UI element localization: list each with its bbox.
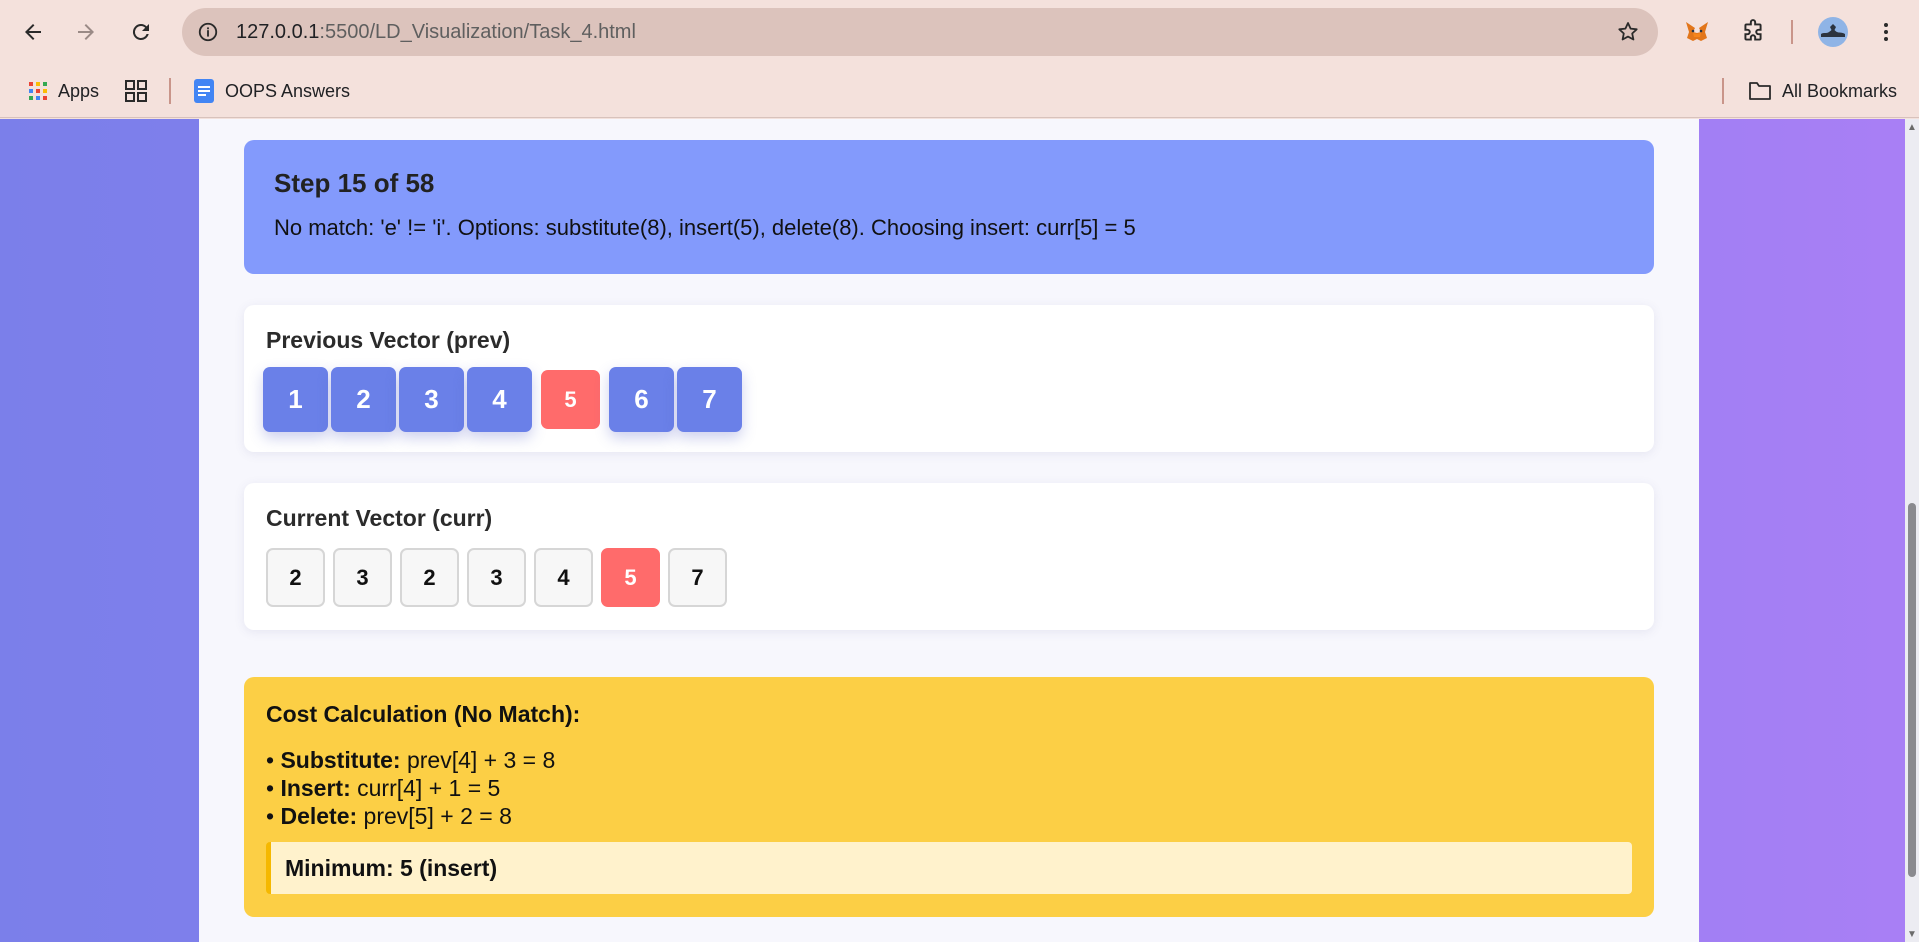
previous-vector-cells: 1 2 3 4 5 6 7 bbox=[263, 367, 1632, 432]
page-scrollbar[interactable]: ▲ ▼ bbox=[1905, 119, 1919, 942]
page-viewport: Step 15 of 58 No match: 'e' != 'i'. Opti… bbox=[0, 119, 1919, 942]
browser-menu-icon[interactable] bbox=[1868, 14, 1904, 50]
prev-cell: 3 bbox=[399, 367, 464, 432]
cost-options-list: • Substitute: prev[4] + 3 = 8 • Insert: … bbox=[266, 746, 1632, 830]
cost-option-label: Insert: bbox=[280, 775, 351, 801]
bookmark-oops-label: OOPS Answers bbox=[225, 80, 351, 101]
prev-cell: 2 bbox=[331, 367, 396, 432]
curr-cell: 7 bbox=[668, 548, 727, 607]
bookmark-star-icon[interactable] bbox=[1616, 20, 1640, 44]
prev-cell-highlighted: 5 bbox=[541, 370, 600, 429]
metamask-fox-icon[interactable] bbox=[1679, 14, 1715, 50]
site-info-icon[interactable] bbox=[192, 16, 224, 48]
tab-groups-icon[interactable] bbox=[124, 78, 148, 104]
bullet: • bbox=[266, 747, 275, 773]
reload-button[interactable] bbox=[121, 12, 161, 52]
reload-icon bbox=[132, 23, 149, 40]
forward-button[interactable] bbox=[66, 12, 106, 52]
prev-cell: 7 bbox=[677, 367, 742, 432]
current-vector-card: Current Vector (curr) 2 3 2 3 4 5 7 bbox=[244, 483, 1654, 630]
prev-cell: 1 bbox=[263, 367, 328, 432]
current-vector-title: Current Vector (curr) bbox=[266, 505, 493, 531]
bookmark-apps[interactable]: Apps bbox=[28, 78, 99, 104]
cost-option-delete: • Delete: prev[5] + 2 = 8 bbox=[266, 802, 1632, 830]
curr-cell: 3 bbox=[333, 548, 392, 607]
bookmark-apps-label: Apps bbox=[58, 80, 100, 101]
all-bookmarks-label: All Bookmarks bbox=[1782, 80, 1898, 101]
browser-toolbar: 127.0.0.1:5500/LD_Visualization/Task_4.h… bbox=[0, 0, 1919, 64]
visualization-container: Step 15 of 58 No match: 'e' != 'i'. Opti… bbox=[199, 119, 1699, 942]
cost-option-substitute: • Substitute: prev[4] + 3 = 8 bbox=[266, 746, 1632, 774]
arrow-right-icon bbox=[78, 24, 94, 40]
cost-option-expr: prev[4] + 3 = 8 bbox=[406, 747, 556, 773]
prev-cell: 4 bbox=[467, 367, 532, 432]
bullet: • bbox=[266, 803, 275, 829]
cost-option-expr: curr[4] + 1 = 5 bbox=[357, 775, 501, 801]
extensions-puzzle-icon[interactable] bbox=[1735, 14, 1771, 50]
scrollbar-thumb[interactable] bbox=[1908, 503, 1916, 877]
step-description: No match: 'e' != 'i'. Options: substitut… bbox=[274, 215, 1136, 240]
previous-vector-card: Previous Vector (prev) 1 2 3 4 5 6 7 bbox=[244, 305, 1654, 452]
bookmarks-bar: Apps OOPS Answers All Bookmarks bbox=[0, 64, 1919, 118]
bookmark-oops-answers[interactable]: OOPS Answers bbox=[193, 78, 350, 104]
current-vector-cells: 2 3 2 3 4 5 7 bbox=[266, 548, 1632, 607]
step-counter: Step 15 of 58 bbox=[274, 168, 435, 198]
curr-cell-highlighted: 5 bbox=[601, 548, 660, 607]
url-host: 127.0.0.1 bbox=[236, 21, 320, 43]
cost-option-label: Delete: bbox=[280, 803, 358, 829]
previous-vector-title: Previous Vector (prev) bbox=[266, 327, 511, 353]
bookmarks-divider bbox=[169, 78, 171, 104]
arrow-left-icon bbox=[25, 24, 41, 40]
profile-avatar[interactable] bbox=[1815, 14, 1851, 50]
url-text: 127.0.0.1:5500/LD_Visualization/Task_4.h… bbox=[236, 21, 636, 44]
folder-icon bbox=[1749, 82, 1771, 100]
curr-cell: 3 bbox=[467, 548, 526, 607]
step-info-card: Step 15 of 58 No match: 'e' != 'i'. Opti… bbox=[244, 140, 1654, 274]
scroll-down-arrow-icon[interactable]: ▼ bbox=[1907, 930, 1917, 940]
url-path: :5500/LD_Visualization/Task_4.html bbox=[319, 21, 636, 43]
prev-cell: 6 bbox=[609, 367, 674, 432]
address-bar[interactable]: 127.0.0.1:5500/LD_Visualization/Task_4.h… bbox=[182, 8, 1658, 56]
cost-calculation-card: Cost Calculation (No Match): • Substitut… bbox=[244, 677, 1654, 917]
cost-option-label: Substitute: bbox=[280, 747, 401, 773]
cost-title: Cost Calculation (No Match): bbox=[266, 701, 581, 727]
bookmarks-divider-right bbox=[1722, 78, 1724, 104]
cost-option-insert: • Insert: curr[4] + 1 = 5 bbox=[266, 774, 1632, 802]
curr-cell: 4 bbox=[534, 548, 593, 607]
curr-cell: 2 bbox=[400, 548, 459, 607]
back-button[interactable] bbox=[13, 12, 53, 52]
minimum-result: Minimum: 5 (insert) bbox=[266, 842, 1632, 894]
apps-grid-icon bbox=[29, 82, 47, 100]
bullet: • bbox=[266, 775, 275, 801]
cost-option-expr: prev[5] + 2 = 8 bbox=[363, 803, 512, 829]
google-docs-icon bbox=[194, 79, 214, 103]
curr-cell: 2 bbox=[266, 548, 325, 607]
scroll-up-arrow-icon[interactable]: ▲ bbox=[1907, 123, 1917, 133]
all-bookmarks-button[interactable]: All Bookmarks bbox=[1748, 78, 1897, 104]
toolbar-divider bbox=[1791, 20, 1793, 44]
